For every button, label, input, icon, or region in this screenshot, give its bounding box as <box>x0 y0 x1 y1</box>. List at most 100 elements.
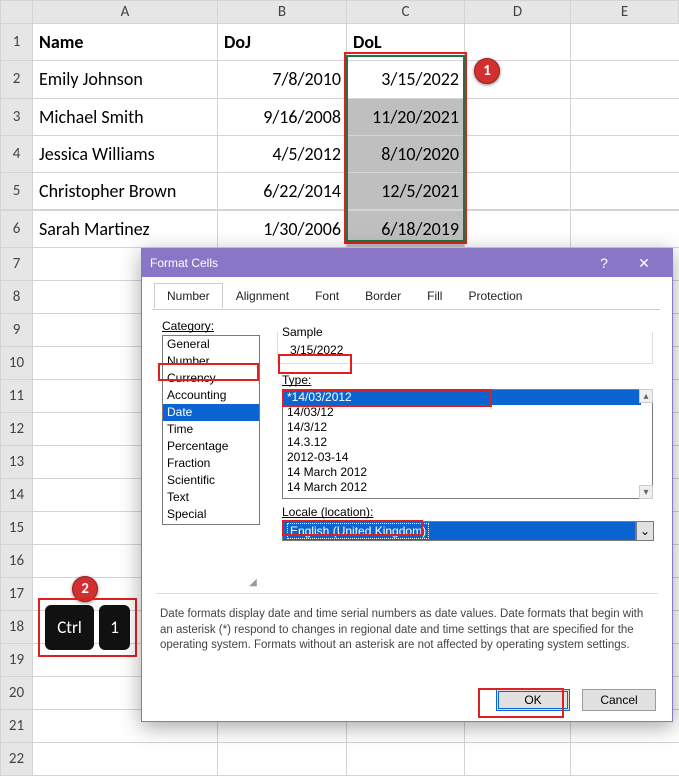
tab-font[interactable]: Font <box>302 283 352 308</box>
cell[interactable] <box>570 210 679 248</box>
select-all-corner[interactable] <box>0 0 33 24</box>
cell[interactable]: 9/16/2008 <box>217 98 348 136</box>
cell[interactable] <box>464 135 572 173</box>
cell[interactable]: 8/10/2020 <box>346 135 466 173</box>
row-header[interactable]: 7 <box>0 247 33 281</box>
close-button[interactable]: ✕ <box>624 249 664 277</box>
col-header-b[interactable]: B <box>217 0 347 24</box>
row-header[interactable]: 1 <box>0 23 33 61</box>
type-item[interactable]: 14 March 2012 <box>283 465 652 480</box>
cell[interactable] <box>570 135 679 173</box>
category-item[interactable]: General <box>163 336 259 353</box>
row-header[interactable]: 4 <box>0 135 33 173</box>
locale-dropdown[interactable]: English (United Kingdom) <box>282 521 636 541</box>
category-list[interactable]: General Number Currency Accounting Date … <box>162 335 260 525</box>
row-header[interactable]: 16 <box>0 544 33 578</box>
cell[interactable]: 1/30/2006 <box>217 210 348 248</box>
row-header[interactable]: 17 <box>0 577 33 611</box>
category-item[interactable]: Special <box>163 506 259 523</box>
row-header[interactable]: 2 <box>0 60 33 98</box>
cell[interactable] <box>570 742 679 776</box>
type-item[interactable]: 2012-03-14 <box>283 450 652 465</box>
cell[interactable]: Emily Johnson <box>32 60 219 98</box>
category-item[interactable]: Fraction <box>163 455 259 472</box>
cell[interactable] <box>32 742 219 776</box>
col-header-d[interactable]: D <box>464 0 571 24</box>
cell[interactable] <box>464 172 572 210</box>
row-header[interactable]: 8 <box>0 280 33 314</box>
locale-dropdown-arrow[interactable]: ⌄ <box>636 521 654 541</box>
help-button[interactable]: ? <box>584 249 624 277</box>
type-list[interactable]: *14/03/2012 14/03/12 14/3/12 14.3.12 201… <box>282 389 653 499</box>
row-header[interactable]: 6 <box>0 210 33 248</box>
cell[interactable] <box>570 23 679 61</box>
badge-2: 2 <box>72 576 98 602</box>
category-item[interactable]: Percentage <box>163 438 259 455</box>
cell[interactable]: 12/5/2021 <box>346 172 466 210</box>
cell[interactable] <box>464 23 572 61</box>
tab-number[interactable]: Number <box>154 283 223 308</box>
cell[interactable] <box>217 742 348 776</box>
row-header[interactable]: 14 <box>0 478 33 512</box>
cell[interactable] <box>570 60 679 98</box>
row-header[interactable]: 9 <box>0 313 33 347</box>
row-header[interactable]: 15 <box>0 511 33 545</box>
cell[interactable]: 3/15/2022 <box>346 60 466 98</box>
category-item[interactable]: Text <box>163 489 259 506</box>
type-item[interactable]: 14/3/12 <box>283 420 652 435</box>
category-item[interactable]: Number <box>163 353 259 370</box>
cell[interactable]: 4/5/2012 <box>217 135 348 173</box>
type-item[interactable]: 14.3.12 <box>283 435 652 450</box>
type-scroll-down[interactable]: ▾ <box>639 485 653 499</box>
cell[interactable]: Michael Smith <box>32 98 219 136</box>
type-item[interactable]: 14/03/12 <box>283 405 652 420</box>
cell[interactable]: 6/22/2014 <box>217 172 348 210</box>
cancel-button[interactable]: Cancel <box>582 689 656 711</box>
cell[interactable]: Sarah Martinez <box>32 210 219 248</box>
category-item[interactable]: Accounting <box>163 387 259 404</box>
row-header[interactable]: 12 <box>0 412 33 446</box>
cell[interactable]: DoL <box>346 23 466 61</box>
cell[interactable]: DoJ <box>217 23 348 61</box>
type-scroll-up[interactable]: ▴ <box>639 389 653 403</box>
format-description: Date formats display date and time seria… <box>160 607 658 654</box>
tab-alignment[interactable]: Alignment <box>223 283 302 308</box>
cell[interactable]: Name <box>32 23 219 61</box>
type-item-selected[interactable]: *14/03/2012 <box>283 390 641 405</box>
category-item[interactable]: Currency <box>163 370 259 387</box>
tab-protection[interactable]: Protection <box>455 283 535 308</box>
col-header-a[interactable]: A <box>32 0 218 24</box>
cell[interactable] <box>464 210 572 248</box>
row-header[interactable]: 10 <box>0 346 33 380</box>
tab-fill[interactable]: Fill <box>414 283 455 308</box>
cell[interactable]: 6/18/2019 <box>346 210 466 248</box>
cell[interactable]: 11/20/2021 <box>346 98 466 136</box>
row-header[interactable]: 3 <box>0 98 33 136</box>
cell[interactable] <box>464 98 572 136</box>
row-header[interactable]: 21 <box>0 709 33 743</box>
row-header[interactable]: 13 <box>0 445 33 479</box>
ok-button[interactable]: OK <box>496 689 570 711</box>
category-item-selected[interactable]: Date <box>163 404 259 421</box>
row-header[interactable]: 5 <box>0 172 33 210</box>
row-header[interactable]: 22 <box>0 742 33 776</box>
cell[interactable] <box>570 172 679 210</box>
cell[interactable]: Jessica Williams <box>32 135 219 173</box>
row-header[interactable]: 11 <box>0 379 33 413</box>
row-header[interactable]: 18 <box>0 610 33 644</box>
cell[interactable] <box>346 742 466 776</box>
cell[interactable]: Christopher Brown <box>32 172 219 210</box>
row-header[interactable]: 19 <box>0 643 33 677</box>
category-item[interactable]: Scientific <box>163 472 259 489</box>
col-header-e[interactable]: E <box>570 0 679 24</box>
category-item[interactable]: Time <box>163 421 259 438</box>
tab-border[interactable]: Border <box>352 283 414 308</box>
category-item[interactable]: Custom <box>163 523 259 525</box>
cell[interactable]: 7/8/2010 <box>217 60 348 98</box>
dialog-titlebar[interactable]: Format Cells ? ✕ <box>142 249 672 277</box>
cell[interactable] <box>570 98 679 136</box>
col-header-c[interactable]: C <box>346 0 465 24</box>
row-header[interactable]: 20 <box>0 676 33 710</box>
cell[interactable] <box>464 742 572 776</box>
type-item[interactable]: 14 March 2012 <box>283 480 652 495</box>
